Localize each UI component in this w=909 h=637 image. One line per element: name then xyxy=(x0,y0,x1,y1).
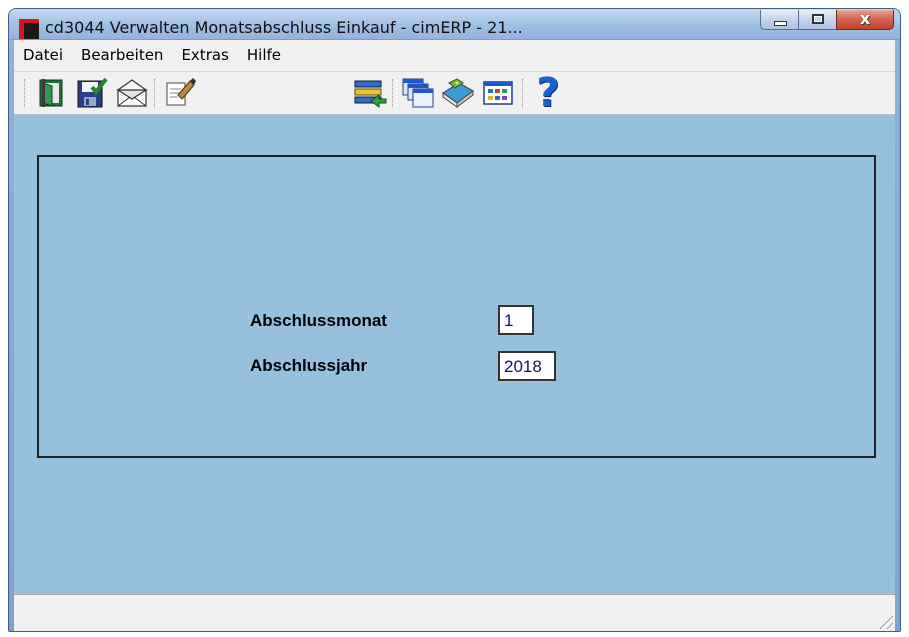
toolbar-separator xyxy=(392,79,397,107)
book-tag-icon xyxy=(442,78,474,108)
menu-datei[interactable]: Datei xyxy=(14,40,72,71)
minimize-button[interactable] xyxy=(760,10,798,30)
exit-door-icon xyxy=(39,79,63,107)
caption-buttons: x xyxy=(760,9,894,30)
list-export-icon xyxy=(354,80,387,108)
help-button[interactable]: ? xyxy=(530,70,566,116)
close-button[interactable]: x xyxy=(836,9,894,30)
toolbar-separator xyxy=(24,79,29,107)
app-window: cd3044 Verwalten Monatsabschluss Einkauf… xyxy=(8,8,901,632)
save-disk-icon xyxy=(77,77,108,108)
minimize-icon xyxy=(774,21,787,26)
client-area: Datei Bearbeiten Extras Hilfe ? Abschlus… xyxy=(14,40,895,631)
maximize-icon xyxy=(812,14,824,24)
toolbar-separator xyxy=(154,79,159,107)
resize-grip-icon[interactable] xyxy=(877,613,893,629)
cimerp-app-icon[interactable] xyxy=(19,19,39,39)
window-cascade-button[interactable] xyxy=(400,75,436,111)
grid-table-icon xyxy=(483,81,513,105)
edit-button[interactable] xyxy=(162,75,198,111)
closing-year-label: Abschlussjahr xyxy=(250,356,368,375)
closing-year-input[interactable]: 2018 xyxy=(498,351,556,381)
help-question-icon: ? xyxy=(536,70,560,116)
menu-extras[interactable]: Extras xyxy=(172,40,237,71)
month-close-form xyxy=(37,155,876,458)
windows-cascade-icon xyxy=(402,78,434,108)
title-bar[interactable]: cd3044 Verwalten Monatsabschluss Einkauf… xyxy=(9,9,900,40)
mail-envelope-icon xyxy=(115,79,149,107)
status-bar xyxy=(14,594,895,631)
mail-button[interactable] xyxy=(114,75,150,111)
close-icon: x xyxy=(859,9,871,28)
document-edit-icon xyxy=(166,78,196,106)
menu-bearbeiten[interactable]: Bearbeiten xyxy=(72,40,172,71)
window-title: cd3044 Verwalten Monatsabschluss Einkauf… xyxy=(45,18,523,37)
closing-month-input[interactable]: 1 xyxy=(498,305,534,335)
toolbar-separator xyxy=(522,79,527,107)
toolbar: ? xyxy=(14,72,895,115)
save-button[interactable] xyxy=(74,75,110,111)
exit-button[interactable] xyxy=(34,75,70,111)
menu-hilfe[interactable]: Hilfe xyxy=(238,40,290,71)
book-button[interactable] xyxy=(440,75,476,111)
list-export-button[interactable] xyxy=(352,75,388,111)
menu-bar: Datei Bearbeiten Extras Hilfe xyxy=(14,40,895,72)
closing-month-label: Abschlussmonat xyxy=(250,311,387,330)
maximize-button[interactable] xyxy=(798,10,836,30)
grid-table-button[interactable] xyxy=(480,75,516,111)
